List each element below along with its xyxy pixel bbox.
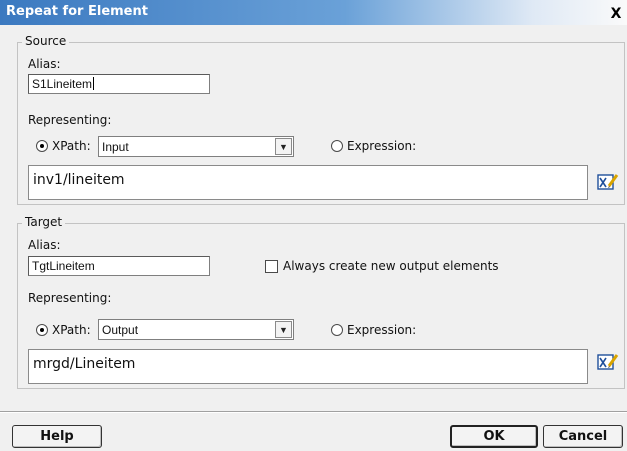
window-title: Repeat for Element bbox=[6, 4, 148, 19]
source-xpath-select[interactable]: Input ▼ bbox=[98, 136, 294, 157]
target-expression-radio[interactable] bbox=[331, 324, 343, 336]
chevron-down-icon[interactable]: ▼ bbox=[275, 138, 292, 155]
close-button[interactable]: X bbox=[608, 6, 624, 22]
always-create-label[interactable]: Always create new output elements bbox=[283, 259, 499, 273]
text-caret bbox=[93, 77, 95, 90]
target-path-value: mrgd/Lineitem bbox=[33, 356, 136, 372]
source-path-value: inv1/lineitem bbox=[33, 172, 125, 188]
target-representing-label: Representing: bbox=[28, 291, 112, 305]
always-create-checkbox[interactable] bbox=[265, 260, 278, 273]
edit-expression-icon[interactable] bbox=[597, 172, 619, 192]
target-legend: Target bbox=[22, 215, 66, 229]
source-alias-input[interactable]: S1Lineitem bbox=[28, 74, 210, 94]
help-button[interactable]: Help bbox=[12, 425, 102, 448]
button-bar-divider-highlight bbox=[0, 412, 627, 413]
source-representing-label: Representing: bbox=[28, 113, 112, 127]
source-alias-label: Alias: bbox=[28, 57, 61, 71]
ok-button[interactable]: OK bbox=[450, 425, 538, 448]
source-xpath-radio[interactable] bbox=[36, 140, 48, 152]
target-alias-label: Alias: bbox=[28, 238, 61, 252]
target-xpath-radio[interactable] bbox=[36, 324, 48, 336]
source-xpath-label: XPath: bbox=[52, 139, 91, 153]
cancel-button[interactable]: Cancel bbox=[543, 425, 623, 448]
target-alias-input[interactable]: TgtLineitem bbox=[28, 256, 210, 276]
source-xpath-selected: Input bbox=[102, 140, 129, 154]
source-alias-value: S1Lineitem bbox=[32, 77, 93, 91]
source-legend: Source bbox=[22, 34, 70, 48]
source-expression-label: Expression: bbox=[347, 139, 417, 153]
source-path-field[interactable]: inv1/lineitem bbox=[28, 165, 588, 200]
target-alias-value: TgtLineitem bbox=[32, 259, 95, 273]
title-bar: Repeat for Element X bbox=[0, 0, 627, 25]
target-xpath-label: XPath: bbox=[52, 323, 91, 337]
target-path-field[interactable]: mrgd/Lineitem bbox=[28, 349, 588, 384]
target-xpath-selected: Output bbox=[102, 323, 139, 337]
target-xpath-select[interactable]: Output ▼ bbox=[98, 319, 294, 340]
target-expression-label: Expression: bbox=[347, 323, 417, 337]
chevron-down-icon[interactable]: ▼ bbox=[275, 321, 292, 338]
source-expression-radio[interactable] bbox=[331, 140, 343, 152]
edit-expression-icon[interactable] bbox=[597, 352, 619, 372]
